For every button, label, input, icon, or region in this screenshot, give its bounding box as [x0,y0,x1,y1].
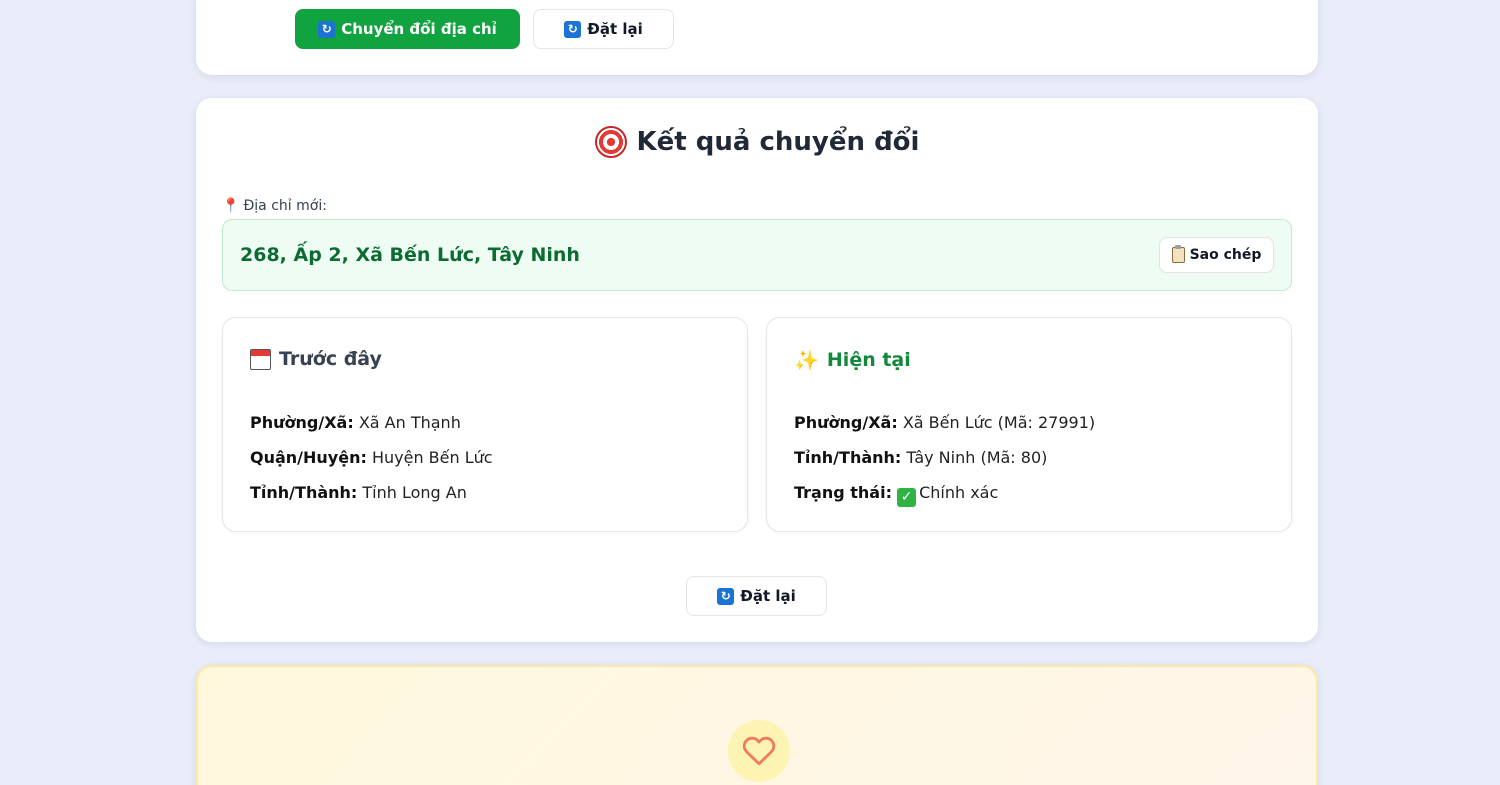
result-title: Kết quả chuyển đổi [196,126,1318,158]
new-address-box: 268, Ấp 2, Xã Bến Lức, Tây Ninh Sao chép [222,219,1292,291]
current-title: ✨ Hiện tại [794,348,911,372]
before-title-text: Trước đây [279,348,382,370]
current-province-value: Tây Ninh (Mã: 80) [906,448,1048,467]
current-status-row: Trạng thái: ✓ Chính xác [794,483,998,507]
current-panel: ✨ Hiện tại Phường/Xã: Xã Bến Lức (Mã: 27… [766,317,1292,532]
calendar-icon [250,348,271,370]
reset-label-top: Đặt lại [587,20,643,38]
current-status-label: Trạng thái: [794,483,892,502]
before-province-value: Tỉnh Long An [362,483,467,502]
result-title-text: Kết quả chuyển đổi [636,127,920,157]
copy-button[interactable]: Sao chép [1159,237,1274,273]
convert-address-button[interactable]: ↻ Chuyển đổi địa chỉ [295,9,520,49]
before-ward-value: Xã An Thạnh [358,413,461,432]
sync-icon: ↻ [318,20,336,38]
current-province-label: Tỉnh/Thành: [794,448,902,467]
current-ward-value: Xã Bến Lức (Mã: 27991) [902,413,1096,432]
before-district-value: Huyện Bến Lức [371,448,493,467]
heart-icon [742,736,776,766]
current-title-text: Hiện tại [826,349,911,371]
current-province-row: Tỉnh/Thành: Tây Ninh (Mã: 80) [794,448,1047,467]
before-title: Trước đây [250,348,382,370]
current-ward-row: Phường/Xã: Xã Bến Lức (Mã: 27991) [794,413,1095,432]
before-district-row: Quận/Huyện: Huyện Bến Lức [250,448,493,467]
donate-card [196,665,1318,785]
check-icon: ✓ [897,488,917,507]
before-panel: Trước đây Phường/Xã: Xã An Thạnh Quận/Hu… [222,317,748,532]
new-address-label-text: Địa chỉ mới: [243,198,327,214]
result-card: Kết quả chuyển đổi 📍 Địa chỉ mới: 268, Ấ… [196,98,1318,642]
sync-icon: ↻ [717,587,735,605]
sync-icon: ↻ [564,20,582,38]
sparkles-icon: ✨ [794,348,819,372]
before-province-row: Tỉnh/Thành: Tỉnh Long An [250,483,467,502]
current-ward-label: Phường/Xã: [794,413,898,432]
before-ward-label: Phường/Xã: [250,413,354,432]
before-district-label: Quận/Huyện: [250,448,367,467]
convert-address-label: Chuyển đổi địa chỉ [341,20,497,38]
copy-label: Sao chép [1189,247,1262,263]
current-status-value: Chính xác [919,483,999,502]
pin-icon: 📍 [222,198,240,214]
before-ward-row: Phường/Xã: Xã An Thạnh [250,413,461,432]
clipboard-icon [1171,245,1185,263]
reset-button-bottom[interactable]: ↻ Đặt lại [686,576,827,616]
new-address-value: 268, Ấp 2, Xã Bến Lức, Tây Ninh [240,244,580,266]
new-address-label: 📍 Địa chỉ mới: [222,198,327,214]
target-icon [594,126,627,158]
before-province-label: Tỉnh/Thành: [250,483,358,502]
reset-button-top[interactable]: ↻ Đặt lại [533,9,674,49]
converter-form-card: ↻ Chuyển đổi địa chỉ ↻ Đặt lại [196,0,1318,75]
reset-label-bottom: Đặt lại [740,587,796,605]
heart-badge [728,720,790,782]
